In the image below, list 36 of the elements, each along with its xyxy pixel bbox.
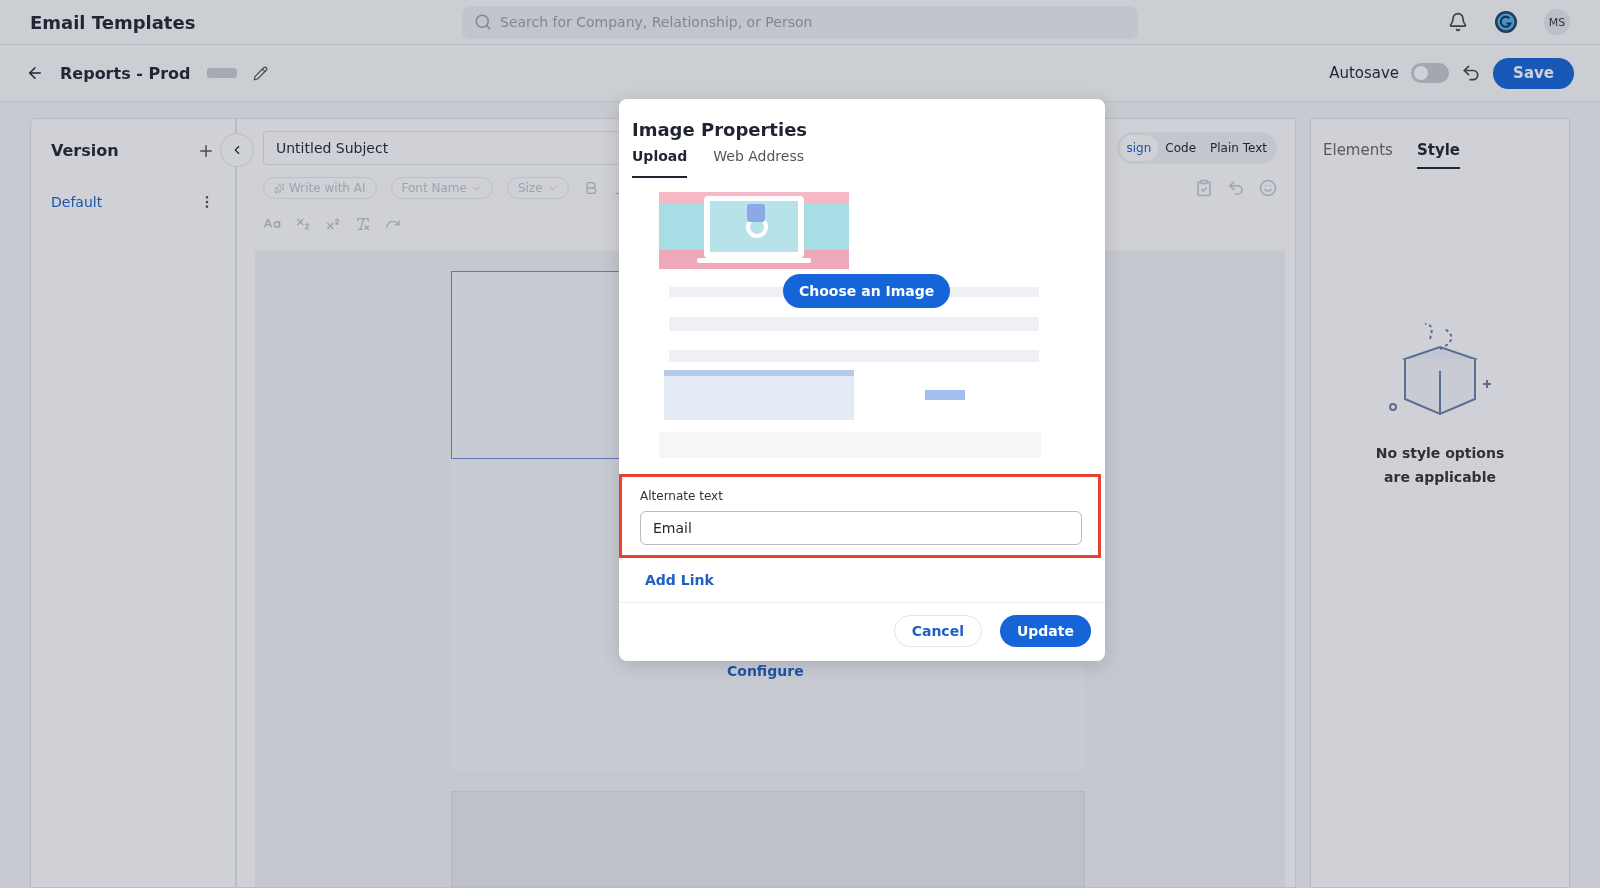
dialog-tab[interactable]: Web Address xyxy=(713,146,804,178)
template-title: Reports - Prod xyxy=(60,63,191,83)
dialog-tab[interactable]: Upload xyxy=(632,146,688,178)
configure-link[interactable]: Configure xyxy=(727,663,804,679)
clear-format-icon[interactable] xyxy=(355,216,371,232)
alt-text-label: Alternate text xyxy=(640,489,724,503)
smile-icon[interactable] xyxy=(1259,179,1277,197)
sparkle-icon xyxy=(274,182,285,194)
mode-tab[interactable]: sign xyxy=(1119,135,1159,161)
dialog-title: Image Properties xyxy=(631,118,809,142)
panel-tab[interactable]: Style xyxy=(1416,141,1460,169)
user-avatar[interactable]: MS xyxy=(1544,9,1570,35)
subscript-icon[interactable] xyxy=(295,216,311,232)
empty-message: No style options are applicable xyxy=(1374,444,1506,487)
search-icon xyxy=(474,13,492,31)
superscript-icon[interactable] xyxy=(325,216,341,232)
pencil-icon[interactable] xyxy=(252,65,268,81)
add-link[interactable]: Add Link xyxy=(619,558,1105,602)
autosave-toggle[interactable] xyxy=(1411,63,1450,83)
mode-tab[interactable]: Plain Text xyxy=(1203,135,1274,161)
version-title: Version xyxy=(51,141,119,160)
mode-tab[interactable]: Code xyxy=(1158,135,1204,161)
alt-text-field[interactable]: Email xyxy=(640,511,1082,545)
app-title: Email Templates xyxy=(30,11,197,33)
update-button[interactable]: Update xyxy=(999,615,1091,647)
collapse-button[interactable] xyxy=(220,133,254,167)
panel-tab[interactable]: Elements xyxy=(1323,141,1393,169)
autosave-label: Autosave xyxy=(1329,64,1400,82)
redacted-tag xyxy=(206,68,237,78)
save-button[interactable]: Save xyxy=(1493,57,1574,89)
cancel-button[interactable]: Cancel xyxy=(893,615,982,647)
bell-icon[interactable] xyxy=(1448,12,1468,32)
clipboard-icon[interactable] xyxy=(1195,179,1213,197)
g-logo-icon[interactable] xyxy=(1494,10,1518,34)
choose-image-button[interactable]: Choose an Image xyxy=(783,274,951,308)
version-item[interactable]: Default xyxy=(51,194,103,210)
